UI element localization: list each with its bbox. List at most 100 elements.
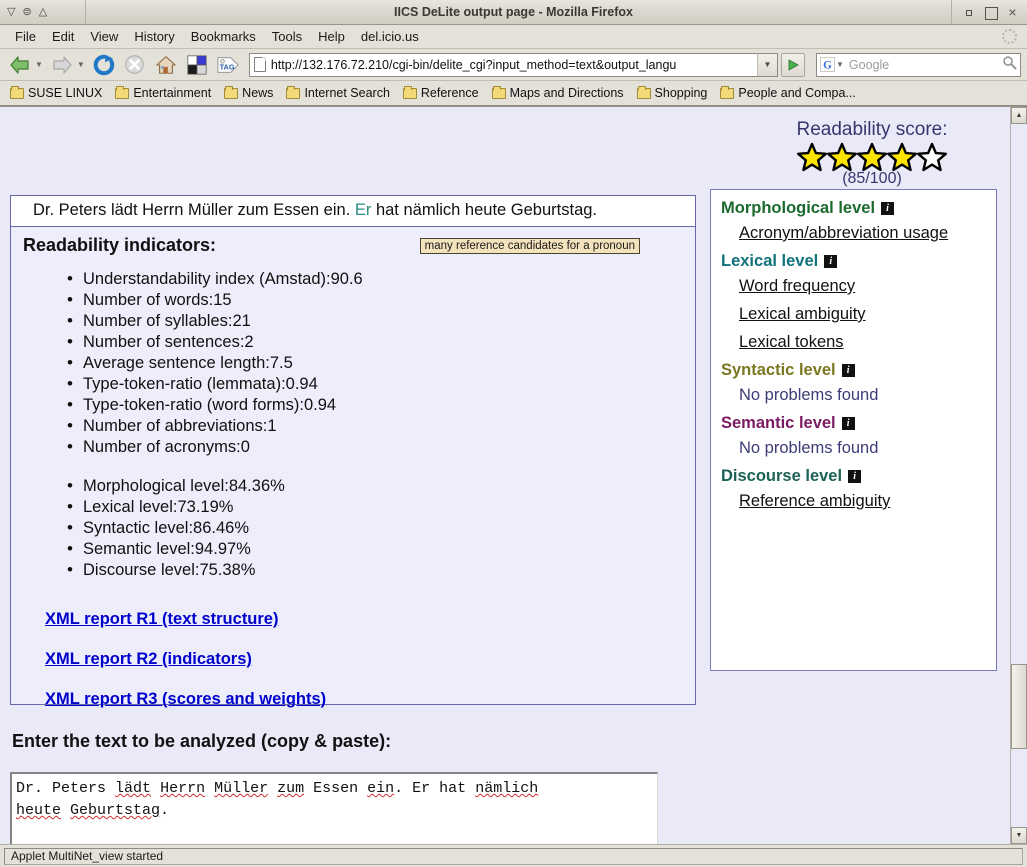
menu-view[interactable]: View xyxy=(83,27,125,46)
go-button[interactable] xyxy=(781,52,805,77)
star-filled-icon xyxy=(857,142,887,172)
info-icon[interactable]: i xyxy=(841,417,855,430)
info-icon[interactable]: i xyxy=(881,202,895,215)
misspelled-word: nämlich xyxy=(475,780,539,797)
scrollbar-track[interactable] xyxy=(1011,124,1027,827)
shade-window-icon[interactable]: ⊜ xyxy=(22,6,31,18)
google-icon[interactable]: G xyxy=(820,57,835,72)
address-bar[interactable]: http://132.176.72.210/cgi-bin/delite_cgi… xyxy=(248,52,805,77)
misspelled-word: Müller xyxy=(214,780,269,797)
throbber-icon xyxy=(1002,29,1017,44)
textarea-line-1: Dr. Peters lädt Herrn Müller zum Essen e… xyxy=(16,778,653,800)
folder-icon xyxy=(636,85,651,99)
url-dropdown-icon[interactable]: ▼ xyxy=(757,52,778,77)
level-problem-link[interactable]: Reference ambiguity xyxy=(739,492,986,511)
folder-icon xyxy=(10,85,24,99)
xml-report-r3-link[interactable]: XML report R3 (scores and weights) xyxy=(45,690,683,709)
search-engine-dropdown-icon[interactable]: ▼ xyxy=(836,60,844,69)
bookmark-label: Maps and Directions xyxy=(509,86,624,100)
window-menu-icon[interactable]: ▽ xyxy=(7,6,15,18)
search-icon[interactable] xyxy=(1002,55,1017,75)
maximize-button[interactable] xyxy=(984,6,998,20)
plain-text xyxy=(61,802,70,819)
window-title: IICS DeLite output page - Mozilla Firefo… xyxy=(394,5,633,19)
level-problem-link[interactable]: Lexical tokens xyxy=(739,333,986,352)
bookmark-internet-search[interactable]: Internet Search xyxy=(286,85,390,100)
search-bar[interactable]: G ▼ Google xyxy=(816,52,1021,77)
star-filled-icon xyxy=(797,142,827,172)
scroll-down-button[interactable]: ▼ xyxy=(1011,827,1027,844)
bookmark-maps-and-directions[interactable]: Maps and Directions xyxy=(491,85,624,100)
menu-file[interactable]: File xyxy=(8,27,43,46)
info-icon[interactable]: i xyxy=(841,364,855,377)
menu-help[interactable]: Help xyxy=(311,27,352,46)
xml-report-r1-link[interactable]: XML report R1 (text structure) xyxy=(45,610,683,629)
star-empty-icon xyxy=(917,142,947,172)
input-section-label: Enter the text to be analyzed (copy & pa… xyxy=(12,731,392,751)
plain-text xyxy=(205,780,214,797)
plain-text: . xyxy=(160,802,170,819)
xml-report-r2-link[interactable]: XML report R2 (indicators) xyxy=(45,650,683,669)
search-input[interactable]: Google xyxy=(849,58,999,72)
close-button[interactable]: × xyxy=(1006,5,1019,19)
indicator-item: Semantic level:94.97% xyxy=(67,538,683,560)
scrollbar-thumb[interactable] xyxy=(1011,664,1027,749)
vertical-scrollbar[interactable]: ▲ ▼ xyxy=(1010,107,1027,844)
level-problem-link[interactable]: Acronym/abbreviation usage xyxy=(739,224,986,243)
level-problem-link[interactable]: Lexical ambiguity xyxy=(739,305,986,324)
bookmark-label: Shopping xyxy=(654,86,708,100)
misspelled-word: Herrn xyxy=(160,780,206,797)
folder-icon xyxy=(115,85,130,99)
bookmark-shopping[interactable]: Shopping xyxy=(636,85,708,100)
bookmark-entertainment[interactable]: Entertainment xyxy=(115,85,211,100)
menu-bookmarks[interactable]: Bookmarks xyxy=(184,27,263,46)
level-no-problems-text: No problems found xyxy=(739,386,879,404)
content-viewport: Readability score: (85/100) Dr. Peters l… xyxy=(0,106,1027,844)
info-icon[interactable]: i xyxy=(848,470,862,483)
folder-icon xyxy=(491,85,506,99)
folder-icon xyxy=(224,85,239,99)
plain-text xyxy=(268,780,277,797)
home-button[interactable] xyxy=(152,51,180,79)
indicator-item: Number of abbreviations:1 xyxy=(67,415,683,437)
rollup-window-icon[interactable]: △ xyxy=(39,6,47,18)
level-no-problems-text: No problems found xyxy=(739,439,879,457)
url-text: http://132.176.72.210/cgi-bin/delite_cgi… xyxy=(270,57,677,72)
highlighted-pronoun[interactable]: Er xyxy=(355,201,372,219)
minimize-button[interactable] xyxy=(962,6,975,19)
menu-edit[interactable]: Edit xyxy=(45,27,81,46)
level-heading-label: Morphological level xyxy=(721,199,876,217)
tag-button[interactable]: TAG xyxy=(214,51,242,79)
level-problem-link[interactable]: Word frequency xyxy=(739,277,986,296)
window-controls: × xyxy=(951,0,1027,24)
color-squares-icon[interactable] xyxy=(183,51,211,79)
pronoun-tooltip: many reference candidates for a pronoun xyxy=(419,238,640,254)
plain-text: Dr. Peters xyxy=(16,780,116,797)
level-heading-label: Semantic level xyxy=(721,414,836,432)
readability-indicators-panel: Readability indicators: many reference c… xyxy=(10,226,696,708)
indicator-item: Number of sentences:2 xyxy=(67,331,683,353)
back-button[interactable] xyxy=(6,51,34,79)
menu-history[interactable]: History xyxy=(127,27,181,46)
bookmark-news[interactable]: News xyxy=(224,85,273,100)
analyzed-sentence-box: Dr. Peters lädt Herrn Müller zum Essen e… xyxy=(10,195,696,227)
sentence-part-1: Dr. Peters lädt Herrn Müller zum Essen e… xyxy=(33,201,355,219)
url-input[interactable]: http://132.176.72.210/cgi-bin/delite_cgi… xyxy=(248,52,757,77)
bookmark-suse-linux[interactable]: SUSE LINUX xyxy=(10,85,102,100)
menu-delicious[interactable]: del.icio.us xyxy=(354,27,426,46)
indicator-item: Number of acronyms:0 xyxy=(67,436,683,458)
menu-bar: File Edit View History Bookmarks Tools H… xyxy=(0,25,1027,49)
bookmark-label: People and Compa... xyxy=(738,86,856,100)
web-page: Readability score: (85/100) Dr. Peters l… xyxy=(0,107,1010,844)
back-dropdown-icon[interactable]: ▼ xyxy=(35,60,43,69)
navigation-toolbar: ▼ ▼ TAG http://132.176.72.210/cgi-bin/de… xyxy=(0,49,1027,81)
bookmark-people-and-companies[interactable]: People and Compa... xyxy=(720,85,856,100)
scroll-up-button[interactable]: ▲ xyxy=(1011,107,1027,124)
reload-button[interactable] xyxy=(90,51,118,79)
star-filled-icon xyxy=(887,142,917,172)
bookmark-reference[interactable]: Reference xyxy=(402,85,479,100)
menu-tools[interactable]: Tools xyxy=(265,27,309,46)
info-icon[interactable]: i xyxy=(824,255,838,268)
level-heading-lexical-level: Lexical level i xyxy=(721,252,986,271)
text-input-textarea[interactable]: Dr. Peters lädt Herrn Müller zum Essen e… xyxy=(10,772,658,844)
